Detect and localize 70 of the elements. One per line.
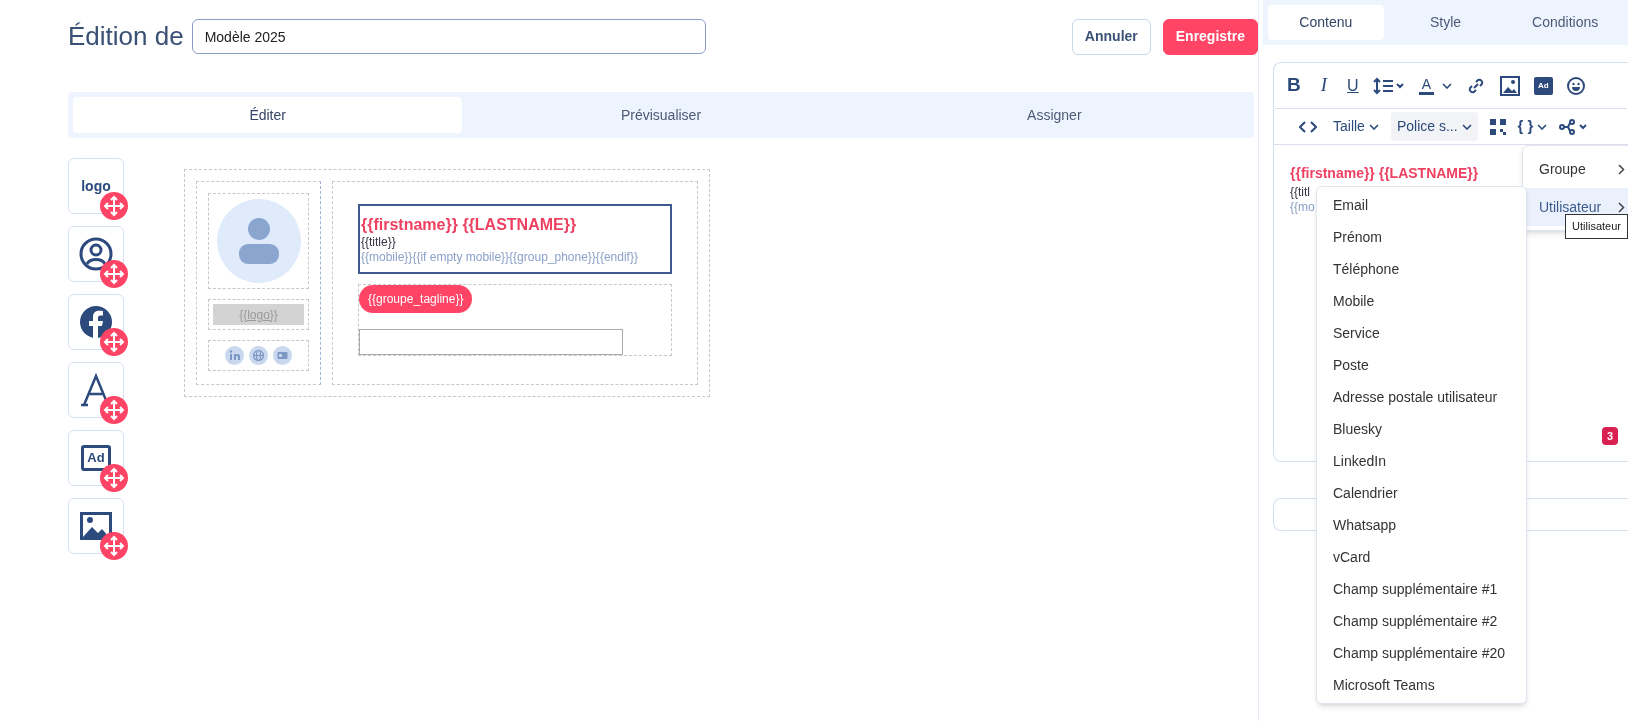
move-handle-icon[interactable] [100,328,128,356]
tab[interactable]: Contenu [1268,5,1384,40]
underline-button[interactable]: U [1347,73,1359,98]
logo-label: logo [81,176,111,196]
editor-text: {{mo [1290,200,1315,215]
bold-button[interactable]: B [1287,71,1301,100]
menu-item[interactable]: Service [1317,317,1526,349]
tagline-badge: {{groupe_tagline}} [359,285,473,313]
count-badge: 3 [1601,426,1618,445]
menu-item[interactable]: Champ supplémentaire #2 [1317,605,1526,637]
user-circle-icon [79,237,113,271]
move-handle-icon[interactable] [100,396,128,424]
chevron-right-icon [1618,163,1625,175]
linkedin-icon [225,346,244,365]
menu-item[interactable]: Microsoft Teams [1317,669,1526,701]
menu-item[interactable]: Adresse postale utilisateur [1317,381,1526,413]
chevron-down-icon [1441,82,1452,89]
size-select[interactable]: Taille [1333,116,1379,137]
facebook-icon [79,305,113,339]
name-variable: {{firstname}} {{LASTNAME}} [361,215,578,235]
title-variable: {{title}} [361,235,397,250]
image-icon [80,512,112,540]
name-field[interactable]: Modèle 2025 [191,19,706,54]
logo-variable: {{logo}} [213,304,304,325]
chevron-right-icon [1618,201,1625,213]
move-handle-icon[interactable] [100,192,128,220]
move-handle-icon[interactable] [100,532,128,560]
menu-item[interactable]: Mobile [1317,285,1526,317]
page-title: Édition de [68,20,184,53]
text-color-button[interactable]: A [1418,76,1452,95]
phone-variable: {{mobile}}{{if empty mobile}}{{group_phone}}{{endif}} [361,250,639,265]
menu-item[interactable]: Téléphone [1317,253,1526,285]
ad-button[interactable]: Ad [1533,76,1553,95]
line-height-icon[interactable] [1372,76,1405,95]
menu-item[interactable]: Groupe [1523,150,1628,188]
qr-code-icon[interactable] [1489,118,1506,135]
font-select[interactable]: Police s... [1390,112,1478,141]
editor-text: {{titl [1290,185,1310,200]
tooltip: Utilisateur [1565,214,1628,239]
variables-button[interactable]: { } [1517,115,1548,138]
emoji-icon[interactable] [1566,76,1585,95]
editor-text: {{firstname}} {{LASTNAME}} [1290,166,1479,181]
globe-icon [249,346,268,365]
menu-item[interactable]: LinkedIn [1317,445,1526,477]
cancel-button[interactable]: Annuler [1071,18,1151,55]
image-icon[interactable] [1499,75,1520,96]
share-nodes-icon[interactable] [1559,118,1590,135]
contact-card-icon [273,346,292,365]
move-handle-icon[interactable] [100,260,128,288]
menu-item[interactable]: Champ supplémentaire #20 [1317,637,1526,669]
menu-item[interactable]: Prénom [1317,221,1526,253]
menu-item[interactable]: Champ supplémentaire #1 [1317,573,1526,605]
chevron-down-icon [1368,123,1379,130]
chevron-down-icon [1461,123,1472,130]
menu-item[interactable]: Bluesky [1317,413,1526,445]
tab[interactable]: Prévisualiser [466,97,856,133]
tab[interactable]: Style [1387,5,1504,40]
menu-item[interactable]: Poste [1317,349,1526,381]
move-handle-icon[interactable] [100,464,128,492]
menu-item[interactable]: Email [1317,189,1526,221]
italic-button[interactable]: I [1314,71,1334,100]
chevron-down-icon [1537,123,1548,130]
code-icon[interactable] [1299,120,1317,133]
tab[interactable]: Éditer [73,97,463,133]
avatar-icon [216,199,301,283]
menu-item[interactable]: Calendrier [1317,477,1526,509]
menu-item[interactable]: Whatsapp [1317,509,1526,541]
tab[interactable]: Assigner [859,97,1249,133]
menu-item[interactable]: vCard [1317,541,1526,573]
tab[interactable]: Conditions [1507,5,1623,40]
